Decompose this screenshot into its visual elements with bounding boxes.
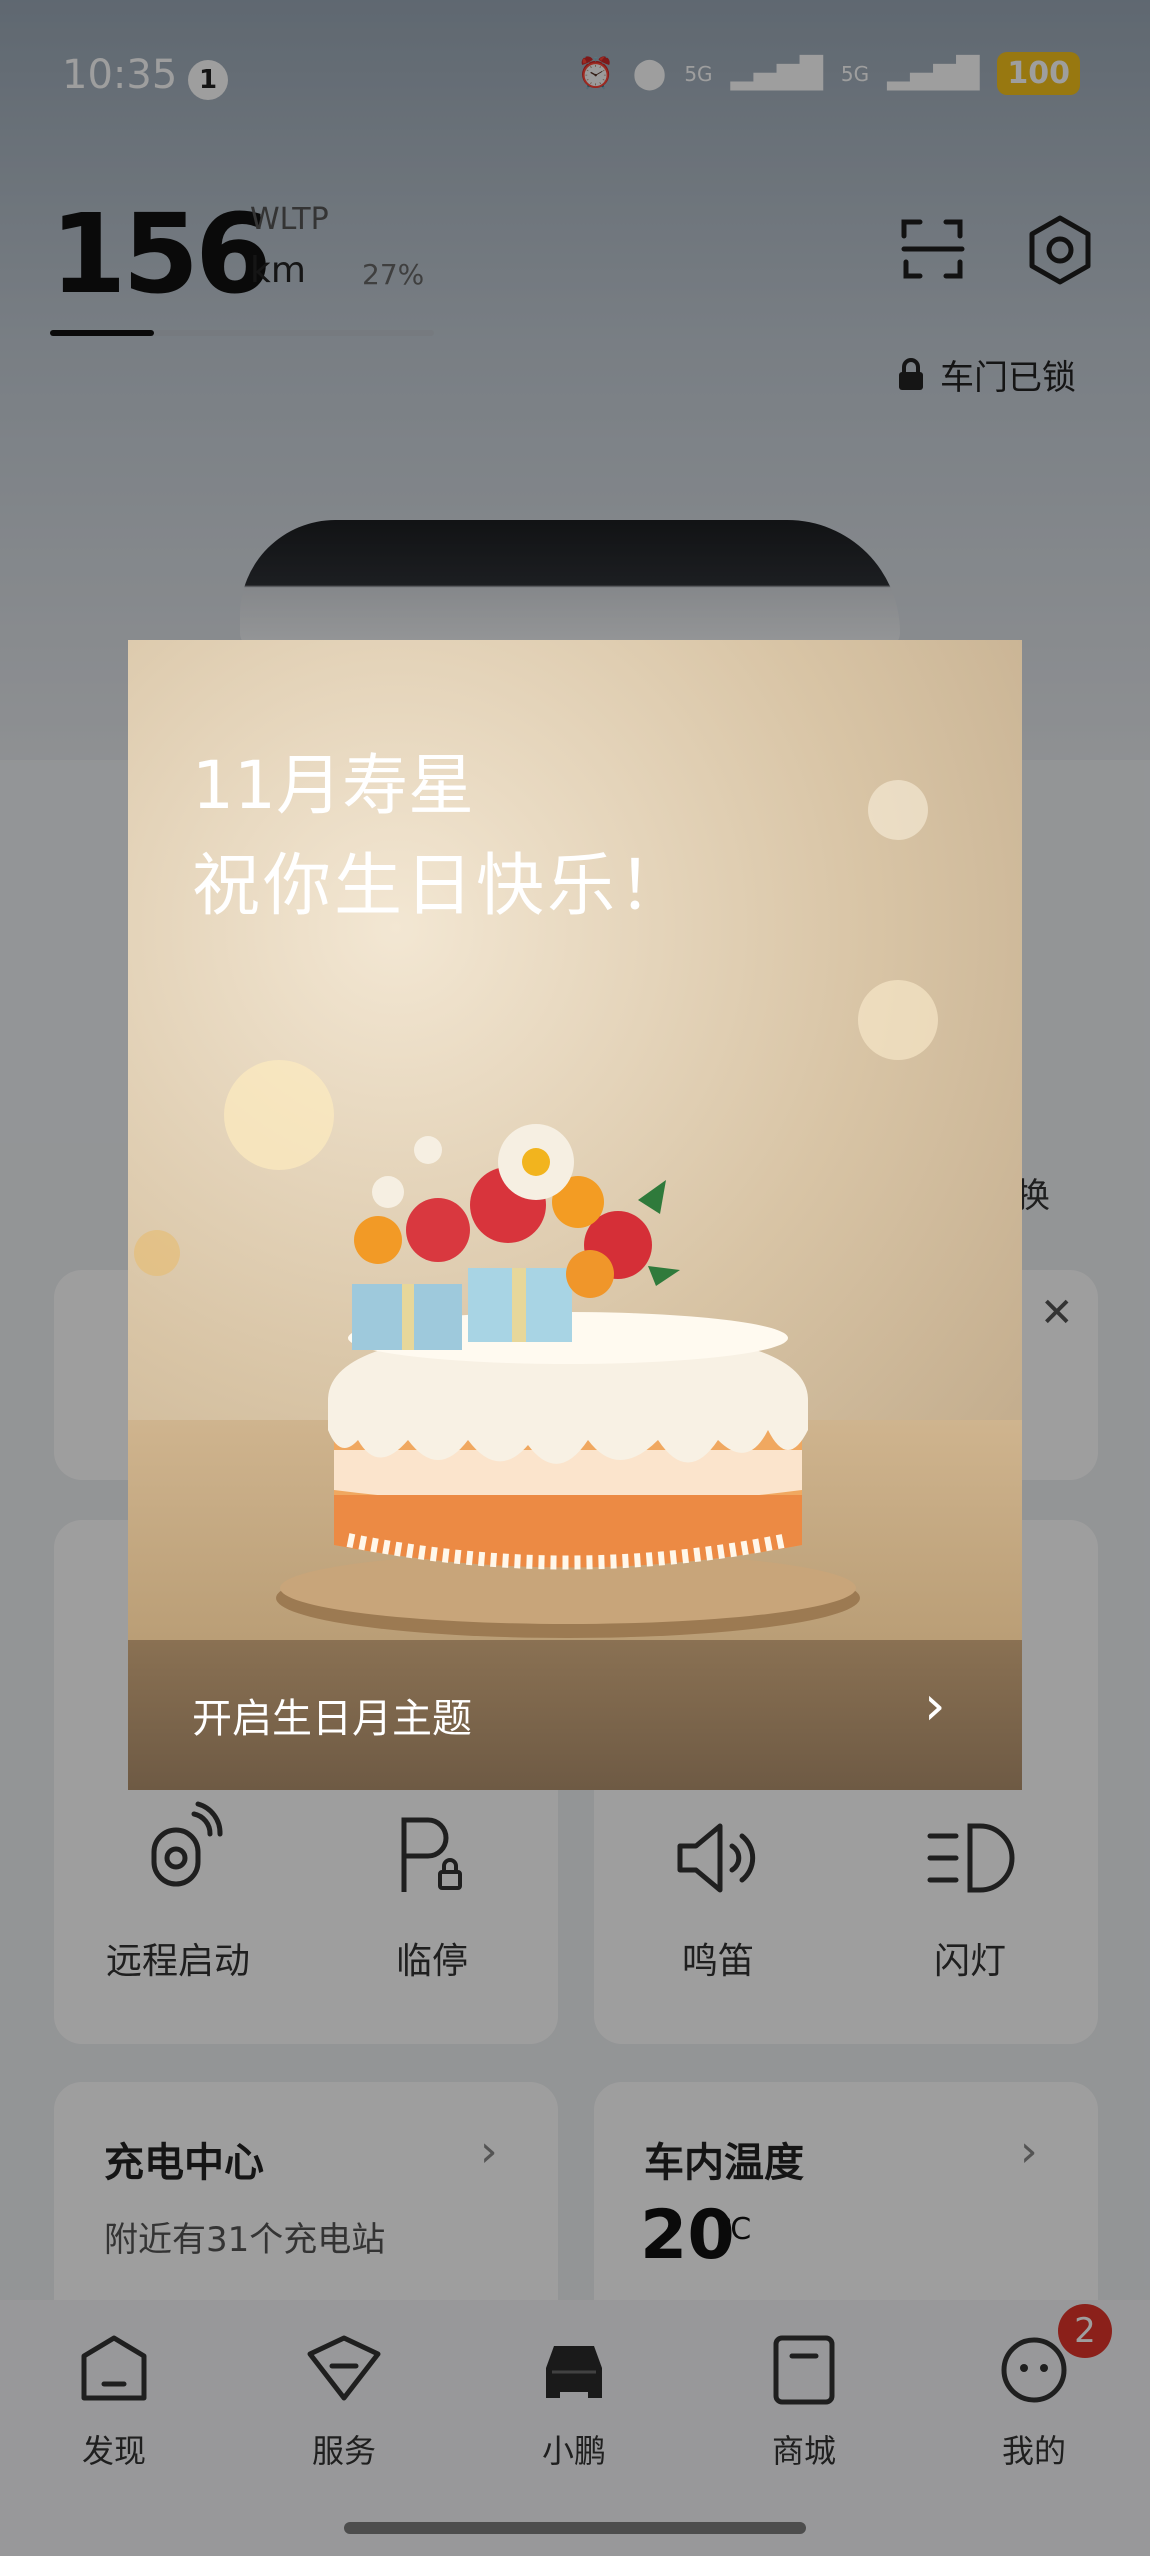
bokeh-light — [868, 780, 928, 840]
chevron-right-icon[interactable]: › — [924, 1674, 946, 1737]
bokeh-light — [134, 1230, 180, 1276]
bokeh-light — [858, 980, 938, 1060]
birthday-popup[interactable]: 11月寿星 祝你生日快乐！ 开启生日月主题 › — [128, 640, 1022, 1790]
birthday-cake-image — [276, 1124, 860, 1638]
popup-title-line1: 11月寿星 — [192, 747, 474, 824]
popup-title-line2: 祝你生日快乐！ — [192, 847, 690, 926]
birthday-theme-button[interactable]: 开启生日月主题 — [192, 1686, 472, 1744]
